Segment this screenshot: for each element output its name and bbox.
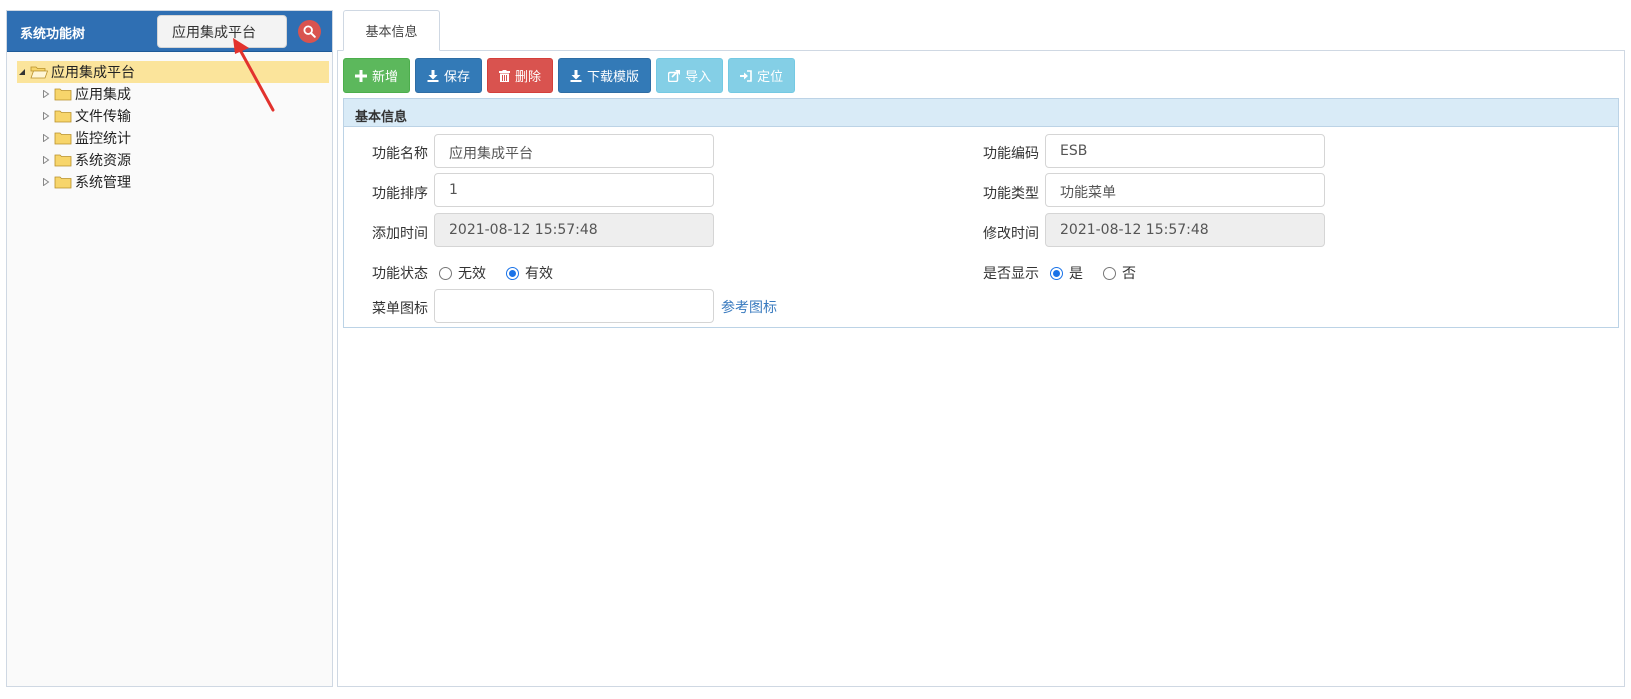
expand-triangle-icon[interactable] [41, 89, 51, 99]
function-order-label: 功能排序 [372, 186, 428, 202]
search-button[interactable] [298, 20, 321, 43]
display-no-radio[interactable] [1103, 266, 1116, 280]
status-invalid-label: 无效 [458, 266, 486, 282]
delete-button-label: 删除 [515, 70, 542, 85]
import-button-label: 导入 [685, 70, 712, 85]
function-code-label: 功能编码 [983, 146, 1039, 162]
function-status-label: 功能状态 [372, 266, 428, 282]
expand-triangle-icon[interactable] [41, 155, 51, 165]
tab-bar: 基本信息 [337, 10, 1625, 51]
download-icon [570, 69, 582, 82]
collapse-triangle-icon[interactable] [17, 67, 27, 77]
tab-basic-info[interactable]: 基本信息 [343, 10, 440, 51]
sign-in-icon [740, 69, 752, 82]
tree-header: 系统功能树 应用集成平台 [7, 11, 332, 52]
download-template-button[interactable]: 下载模版 [558, 58, 652, 93]
tree-node-label: 应用集成平台 [51, 65, 135, 81]
folder-icon [54, 154, 72, 167]
function-type-field[interactable]: 功能菜单 [1045, 173, 1325, 207]
function-status-radios: 无效 有效 [439, 263, 573, 283]
modified-time-field: 2021-08-12 15:57:48 [1045, 213, 1325, 247]
display-label: 是否显示 [983, 266, 1039, 282]
display-yes-radio[interactable] [1050, 266, 1063, 280]
added-time-field: 2021-08-12 15:57:48 [434, 213, 714, 247]
import-button[interactable]: 导入 [656, 58, 724, 93]
status-valid-label: 有效 [525, 266, 553, 282]
folder-icon [54, 176, 72, 189]
tree-node-label: 系统资源 [75, 153, 131, 169]
section-title: 基本信息 [344, 99, 1618, 127]
tree-node-monitoring[interactable]: 监控统计 [17, 127, 329, 149]
delete-button[interactable]: 删除 [487, 58, 554, 93]
tree-node-label: 文件传输 [75, 109, 131, 125]
expand-triangle-icon[interactable] [41, 111, 51, 121]
function-order-field[interactable]: 1 [434, 173, 714, 207]
tree-node-label: 系统管理 [75, 175, 131, 191]
function-type-label: 功能类型 [983, 186, 1039, 202]
add-button[interactable]: 新增 [343, 58, 411, 93]
download-template-label: 下载模版 [587, 70, 640, 85]
tree-node-root[interactable]: 应用集成平台 [17, 61, 329, 83]
menu-icon-field[interactable] [434, 289, 714, 323]
trash-icon [499, 69, 511, 82]
download-icon [427, 69, 439, 82]
tree-node-system-resources[interactable]: 系统资源 [17, 149, 329, 171]
save-button-label: 保存 [444, 70, 471, 85]
folder-icon [54, 110, 72, 123]
function-code-field[interactable]: ESB [1045, 134, 1325, 168]
open-folder-icon [30, 66, 48, 79]
search-icon [303, 25, 316, 38]
share-icon [668, 69, 681, 82]
tree-node-file-transfer[interactable]: 文件传输 [17, 105, 329, 127]
function-tree-panel: 系统功能树 应用集成平台 应用集成平台 应用集成 文件传输 监控统计 系统资源 … [6, 10, 333, 687]
folder-icon [54, 88, 72, 101]
added-time-label: 添加时间 [372, 226, 428, 242]
save-button[interactable]: 保存 [415, 58, 483, 93]
menu-icon-label: 菜单图标 [372, 301, 428, 317]
plus-icon [355, 69, 367, 82]
reference-icons-link[interactable]: 参考图标 [721, 297, 777, 317]
tree-search-input[interactable]: 应用集成平台 [157, 15, 287, 48]
locate-button[interactable]: 定位 [728, 58, 796, 93]
status-valid-radio[interactable] [506, 266, 519, 280]
display-yes-label: 是 [1069, 266, 1083, 282]
tree-title: 系统功能树 [20, 27, 86, 42]
display-no-label: 否 [1122, 266, 1136, 282]
add-button-label: 新增 [372, 70, 399, 85]
tree-node-label: 监控统计 [75, 131, 131, 147]
tree-node-system-management[interactable]: 系统管理 [17, 171, 329, 193]
toolbar: 新增 保存 删除 下载模版 导入 定位 [343, 58, 796, 93]
modified-time-label: 修改时间 [983, 226, 1039, 242]
locate-button-label: 定位 [757, 70, 784, 85]
detail-panel: 新增 保存 删除 下载模版 导入 定位 基本信息 功能名称 应用集成平台 功能编… [337, 50, 1625, 687]
function-name-label: 功能名称 [372, 146, 428, 162]
tree-node-app-integration[interactable]: 应用集成 [17, 83, 329, 105]
expand-triangle-icon[interactable] [41, 133, 51, 143]
tree-node-label: 应用集成 [75, 87, 131, 103]
function-name-field[interactable]: 应用集成平台 [434, 134, 714, 168]
basic-info-section: 基本信息 功能名称 应用集成平台 功能编码 ESB 功能排序 1 功能类型 功能… [343, 98, 1619, 328]
function-tree: 应用集成平台 应用集成 文件传输 监控统计 系统资源 系统管理 [17, 61, 329, 193]
folder-icon [54, 132, 72, 145]
expand-triangle-icon[interactable] [41, 177, 51, 187]
display-radios: 是 否 [1050, 263, 1156, 283]
status-invalid-radio[interactable] [439, 266, 452, 280]
